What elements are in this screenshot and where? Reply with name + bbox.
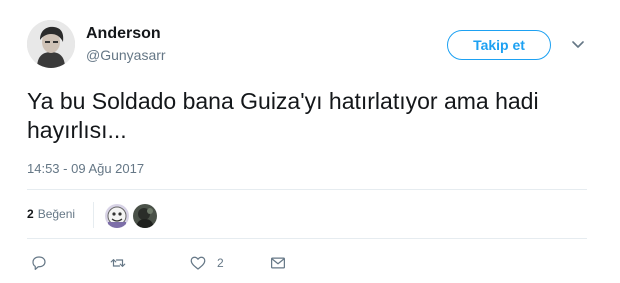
chevron-down-icon[interactable] <box>570 38 586 52</box>
retweet-icon <box>110 259 126 267</box>
likes-count: 2 <box>27 207 34 221</box>
liker-avatar-2[interactable] <box>132 203 158 229</box>
stats-separator <box>93 202 94 228</box>
direct-message-button[interactable] <box>269 253 287 273</box>
tweet-timestamp[interactable]: 14:53 - 09 Ağu 2017 <box>27 161 144 177</box>
like-button[interactable]: 2 <box>189 253 224 273</box>
tweet-text: Ya bu Soldado bana Guiza'yı hatırlatıyor… <box>27 88 539 143</box>
display-name[interactable]: Anderson <box>86 25 161 43</box>
retweet-button[interactable] <box>109 253 127 273</box>
follow-button[interactable]: Takip et <box>447 30 551 60</box>
user-handle[interactable]: @Gunyasarr <box>86 47 166 63</box>
reply-button[interactable] <box>30 253 48 273</box>
like-count: 2 <box>217 256 224 270</box>
user-avatar[interactable] <box>27 20 75 68</box>
heart-icon <box>190 256 206 270</box>
likes-stat[interactable]: 2 Beğeni <box>27 207 75 221</box>
divider-bottom <box>27 238 587 239</box>
envelope-icon <box>271 257 285 269</box>
divider-top <box>27 189 587 190</box>
likes-label: Beğeni <box>37 207 76 221</box>
avatar-image <box>27 20 75 68</box>
reply-icon <box>32 256 46 270</box>
liker-avatar-1[interactable] <box>104 203 130 229</box>
